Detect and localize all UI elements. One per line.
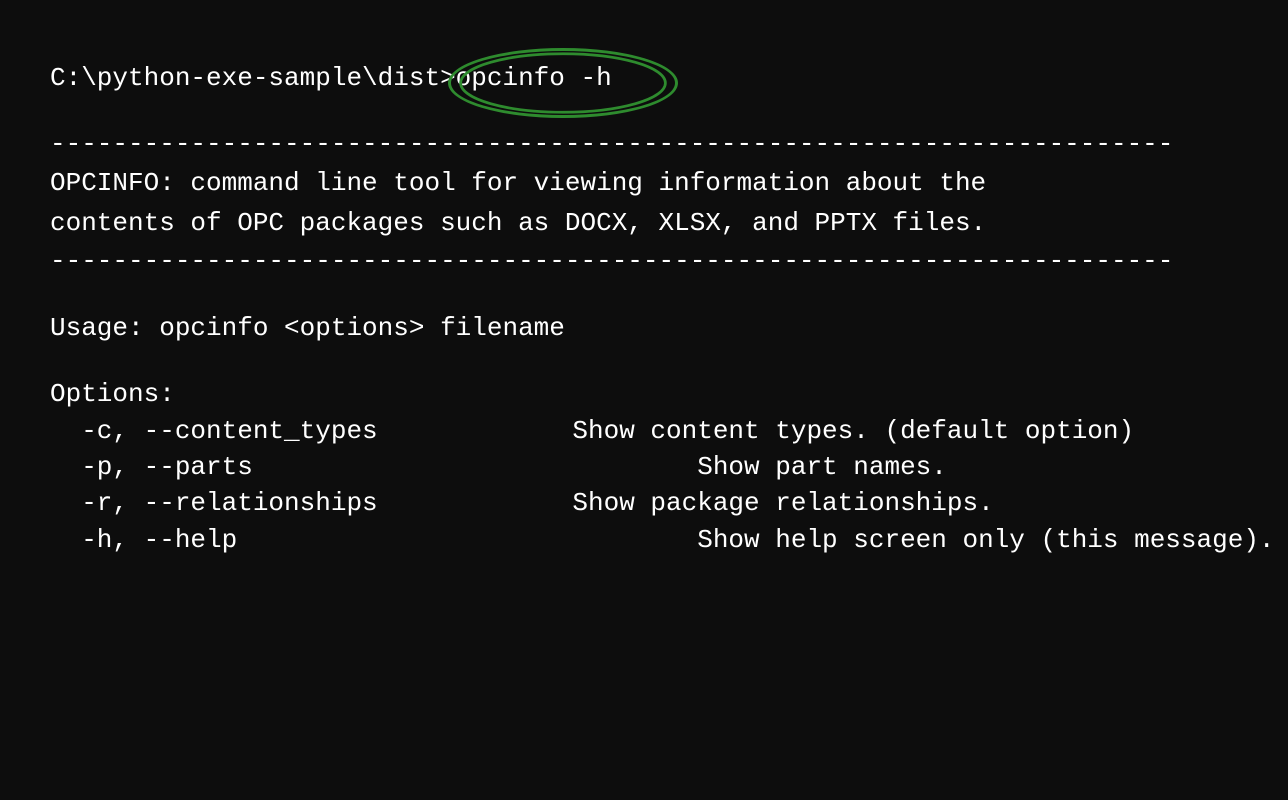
description-line1: OPCINFO: command line tool for viewing i… [50,163,1238,203]
option-flag-h: -h, --help [50,522,510,558]
description-line2: contents of OPC packages such as DOCX, X… [50,203,1238,243]
bottom-separator: ----------------------------------------… [50,243,1238,279]
option-row-help: -h, --help Show help screen only (this m… [50,522,1238,558]
option-row-relationships: -r, --relationships Show package relatio… [50,485,1238,521]
option-desc-r: Show package relationships. [510,485,994,521]
options-header: Options: [50,376,1238,412]
option-flag-p: -p, --parts [50,449,510,485]
option-flag-r: -r, --relationships [50,485,510,521]
options-section: Options: -c, --content_types Show conten… [50,376,1238,558]
option-flag-c: -c, --content_types [50,413,510,449]
top-separator: ----------------------------------------… [50,126,1238,162]
option-row-content-types: -c, --content_types Show content types. … [50,413,1238,449]
usage-line: Usage: opcinfo <options> filename [50,310,1238,346]
option-desc-h: Show help screen only (this message). [510,522,1275,558]
option-desc-c: Show content types. (default option) [510,413,1134,449]
prompt: C:\python-exe-sample\dist> [50,60,456,96]
command-text: opcinfo -h [456,60,612,96]
terminal-window: C:\python-exe-sample\dist> opcinfo -h --… [0,0,1288,800]
option-row-parts: -p, --parts Show part names. [50,449,1238,485]
option-desc-p: Show part names. [510,449,947,485]
command-line: C:\python-exe-sample\dist> opcinfo -h [50,60,1238,96]
